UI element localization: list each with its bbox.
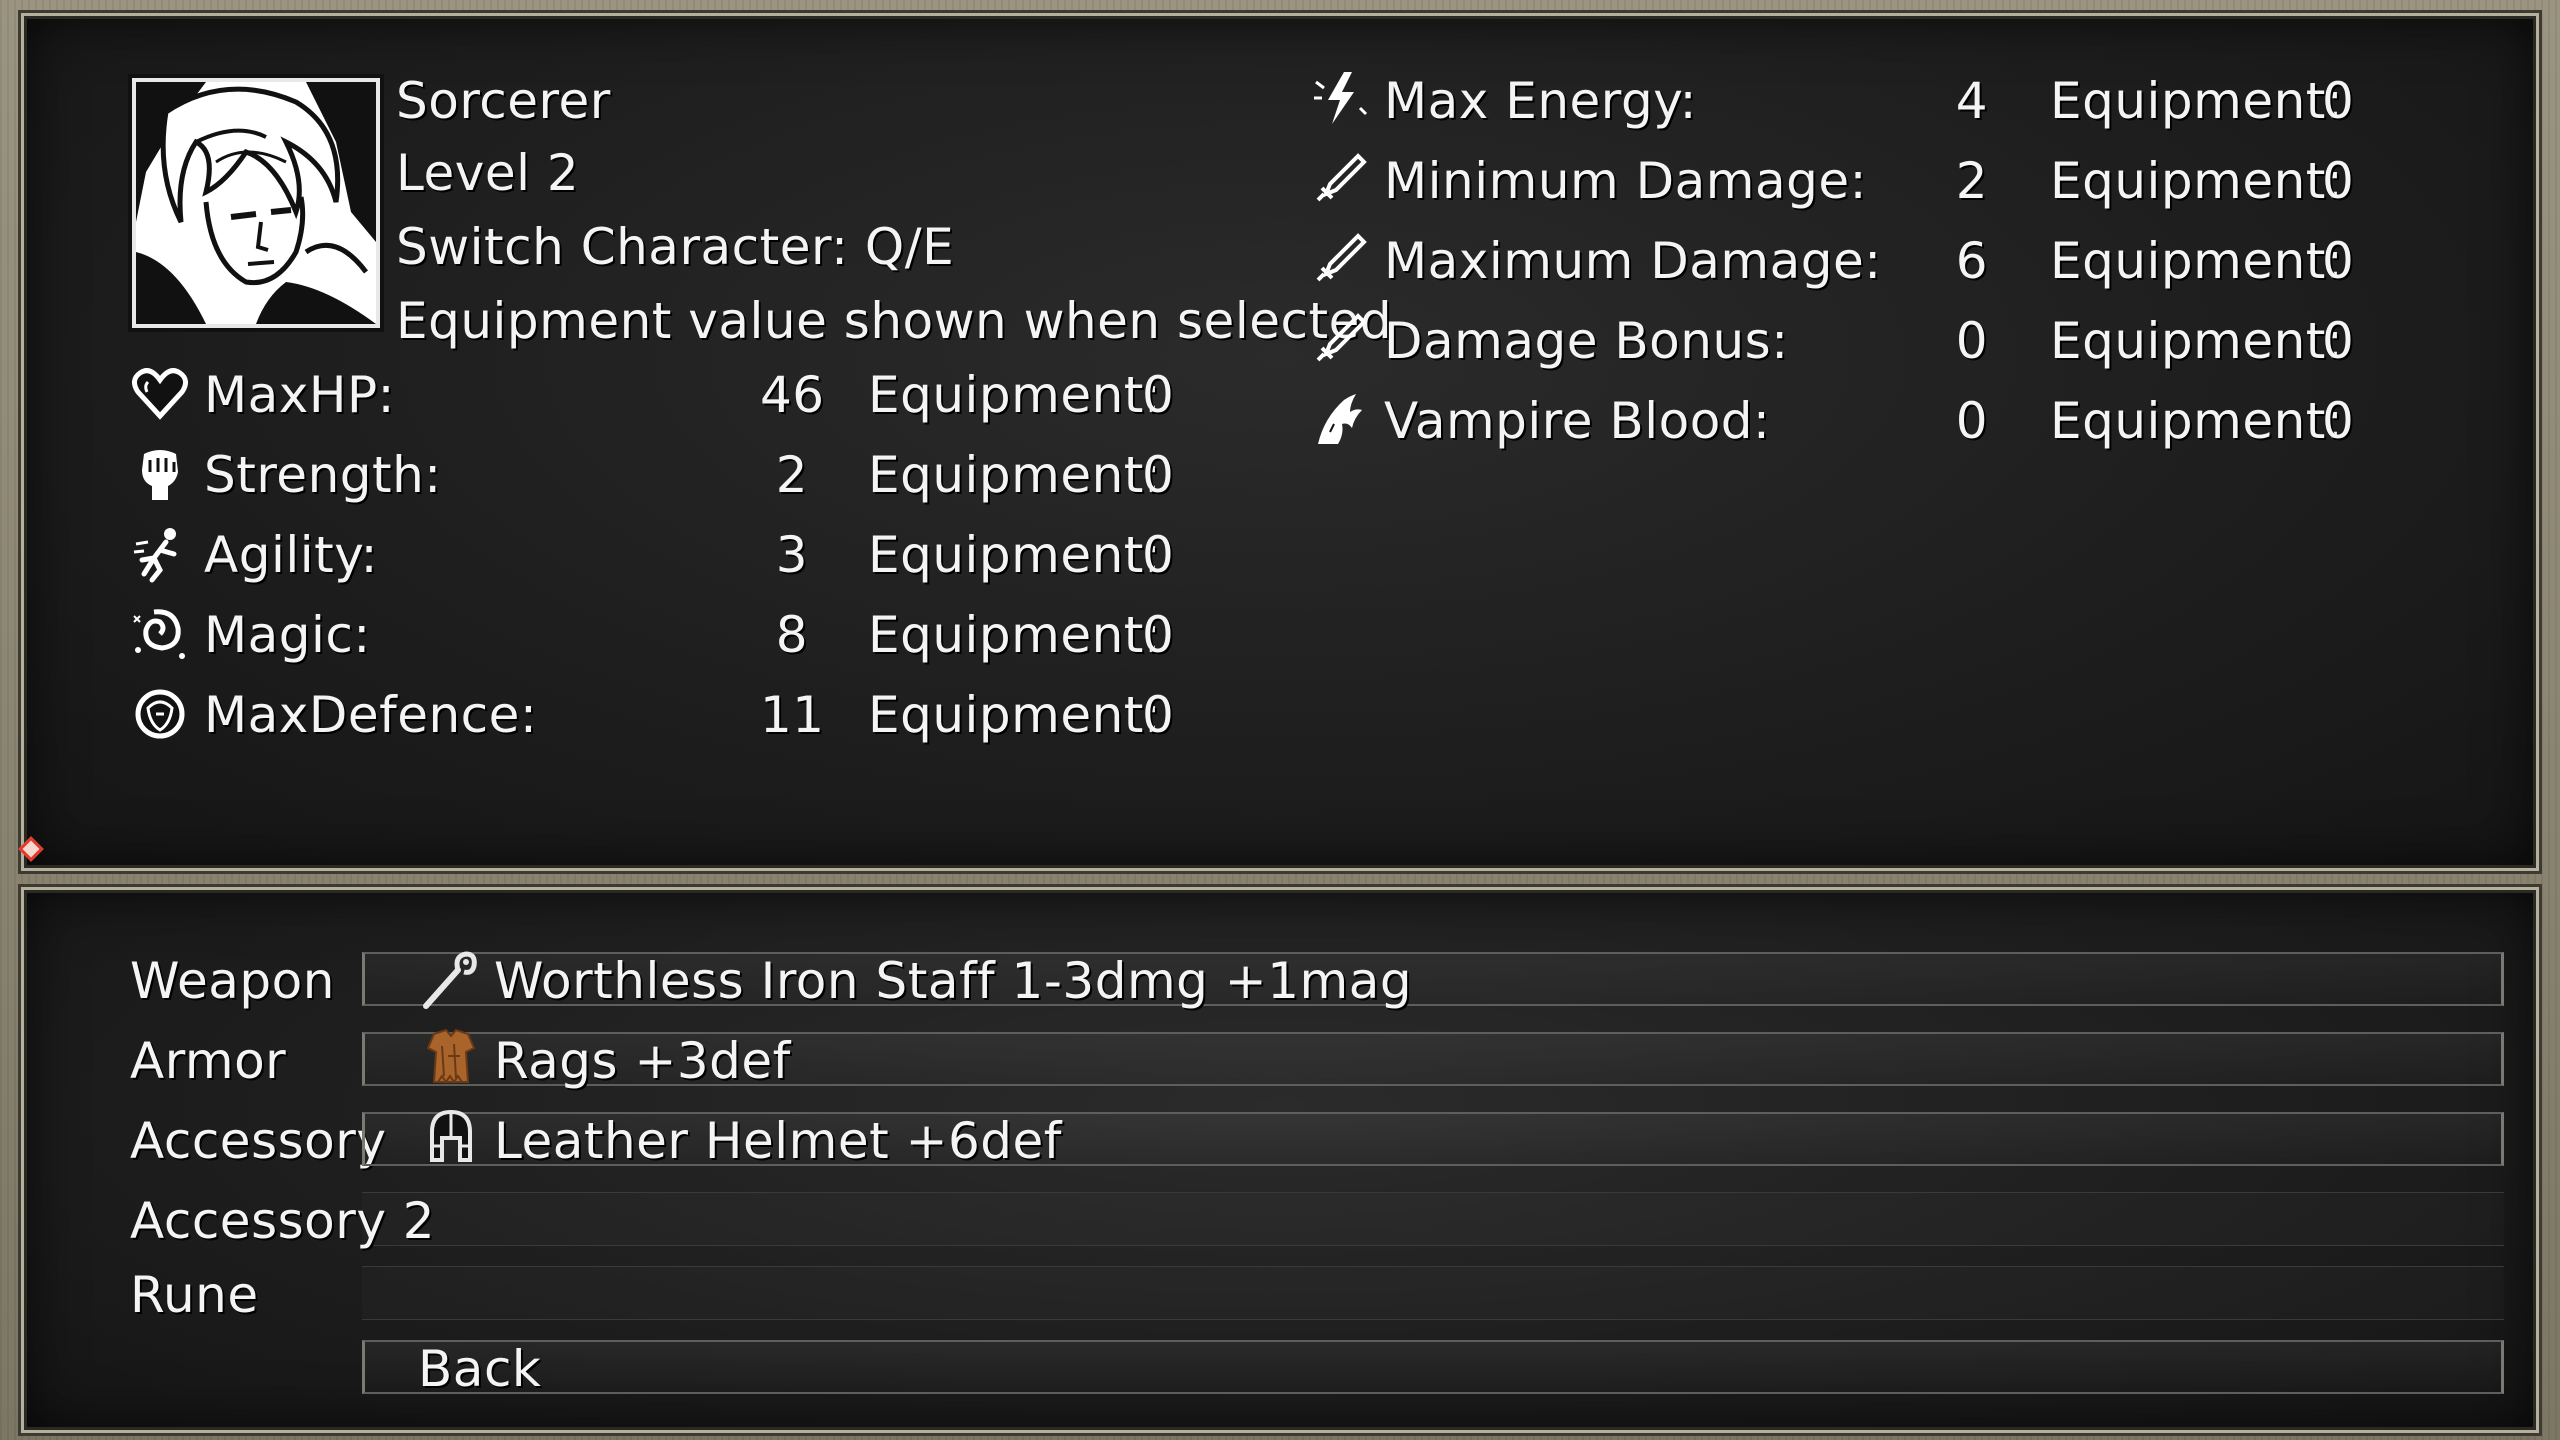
staff-icon: [418, 948, 480, 1010]
stat-value-minimum-damage: 2: [1955, 152, 1988, 210]
switch-character-hint: Switch Character: Q/E: [396, 218, 955, 276]
magic-swirl-icon: [130, 604, 190, 664]
stat-label-maxhp: MaxHP:: [204, 366, 395, 424]
item-name-accessory: Leather Helmet +6def: [494, 1112, 1062, 1170]
rags-armor-icon: [420, 1026, 482, 1088]
stat-equip-value: 0: [2322, 392, 2355, 450]
item-name-armor: Rags +3def: [494, 1032, 791, 1090]
stat-equip-value: 0: [1142, 526, 1175, 584]
stat-equip-label: Equipment:: [2050, 72, 2344, 130]
stat-label-maximum-damage: Maximum Damage:: [1384, 232, 1882, 290]
vampire-claw-icon: [1310, 388, 1370, 448]
sword-icon: [1310, 228, 1370, 288]
stat-equip-label: Equipment:: [868, 686, 1162, 744]
back-button-label: Back: [418, 1340, 542, 1398]
sword-icon: [1310, 308, 1370, 368]
character-portrait: [132, 78, 380, 328]
stat-label-agility: Agility:: [204, 526, 379, 584]
fist-icon: [130, 444, 190, 504]
stat-value-maxhp: 46: [760, 366, 825, 424]
stat-label-vampire-blood: Vampire Blood:: [1384, 392, 1771, 450]
equipment-value-note: Equipment value shown when selected: [396, 292, 1393, 350]
helmet-icon: [420, 1106, 482, 1168]
stat-label-strength: Strength:: [204, 446, 442, 504]
stat-equip-label: Equipment:: [868, 366, 1162, 424]
stat-value-agility: 3: [775, 526, 808, 584]
stat-equip-value: 0: [1142, 606, 1175, 664]
stat-value-maxdefence: 11: [760, 686, 825, 744]
stat-label-magic: Magic:: [204, 606, 371, 664]
stat-equip-label: Equipment:: [868, 526, 1162, 584]
slot-label-rune: Rune: [130, 1266, 259, 1324]
slot-rune[interactable]: [362, 1266, 2504, 1320]
stat-equip-label: Equipment:: [868, 606, 1162, 664]
stat-value-max-energy: 4: [1955, 72, 1988, 130]
shield-icon: [130, 684, 190, 744]
stat-value-maximum-damage: 6: [1955, 232, 1988, 290]
stat-label-minimum-damage: Minimum Damage:: [1384, 152, 1867, 210]
slot-label-armor: Armor: [130, 1032, 287, 1090]
character-level: Level 2: [396, 144, 580, 202]
stat-equip-value: 0: [2322, 312, 2355, 370]
item-name-weapon: Worthless Iron Staff 1-3dmg +1mag: [494, 952, 1413, 1010]
stat-equip-value: 0: [1142, 686, 1175, 744]
slot-label-accessory-2: Accessory 2: [130, 1192, 436, 1250]
stat-label-maxdefence: MaxDefence:: [204, 686, 538, 744]
slot-accessory-2[interactable]: [362, 1192, 2504, 1246]
stat-equip-label: Equipment:: [868, 446, 1162, 504]
stat-equip-value: 0: [2322, 152, 2355, 210]
stat-equip-label: Equipment:: [2050, 152, 2344, 210]
stat-equip-value: 0: [2322, 232, 2355, 290]
stat-value-vampire-blood: 0: [1955, 392, 1988, 450]
stat-equip-value: 0: [1142, 446, 1175, 504]
energy-lightning-icon: [1310, 68, 1370, 128]
stat-label-damage-bonus: Damage Bonus:: [1384, 312, 1789, 370]
character-class: Sorcerer: [396, 72, 611, 130]
stat-equip-value: 0: [2322, 72, 2355, 130]
stat-equip-label: Equipment:: [2050, 312, 2344, 370]
heart-icon: [130, 364, 190, 424]
stat-label-max-energy: Max Energy:: [1384, 72, 1698, 130]
slot-label-accessory: Accessory: [130, 1112, 387, 1170]
stat-equip-value: 0: [1142, 366, 1175, 424]
back-button[interactable]: [362, 1340, 2504, 1394]
stat-value-damage-bonus: 0: [1955, 312, 1988, 370]
stat-value-strength: 2: [775, 446, 808, 504]
running-figure-icon: [130, 524, 190, 584]
stat-value-magic: 8: [775, 606, 808, 664]
sword-icon: [1310, 148, 1370, 208]
slot-label-weapon: Weapon: [130, 952, 335, 1010]
stat-equip-label: Equipment:: [2050, 232, 2344, 290]
stat-equip-label: Equipment:: [2050, 392, 2344, 450]
